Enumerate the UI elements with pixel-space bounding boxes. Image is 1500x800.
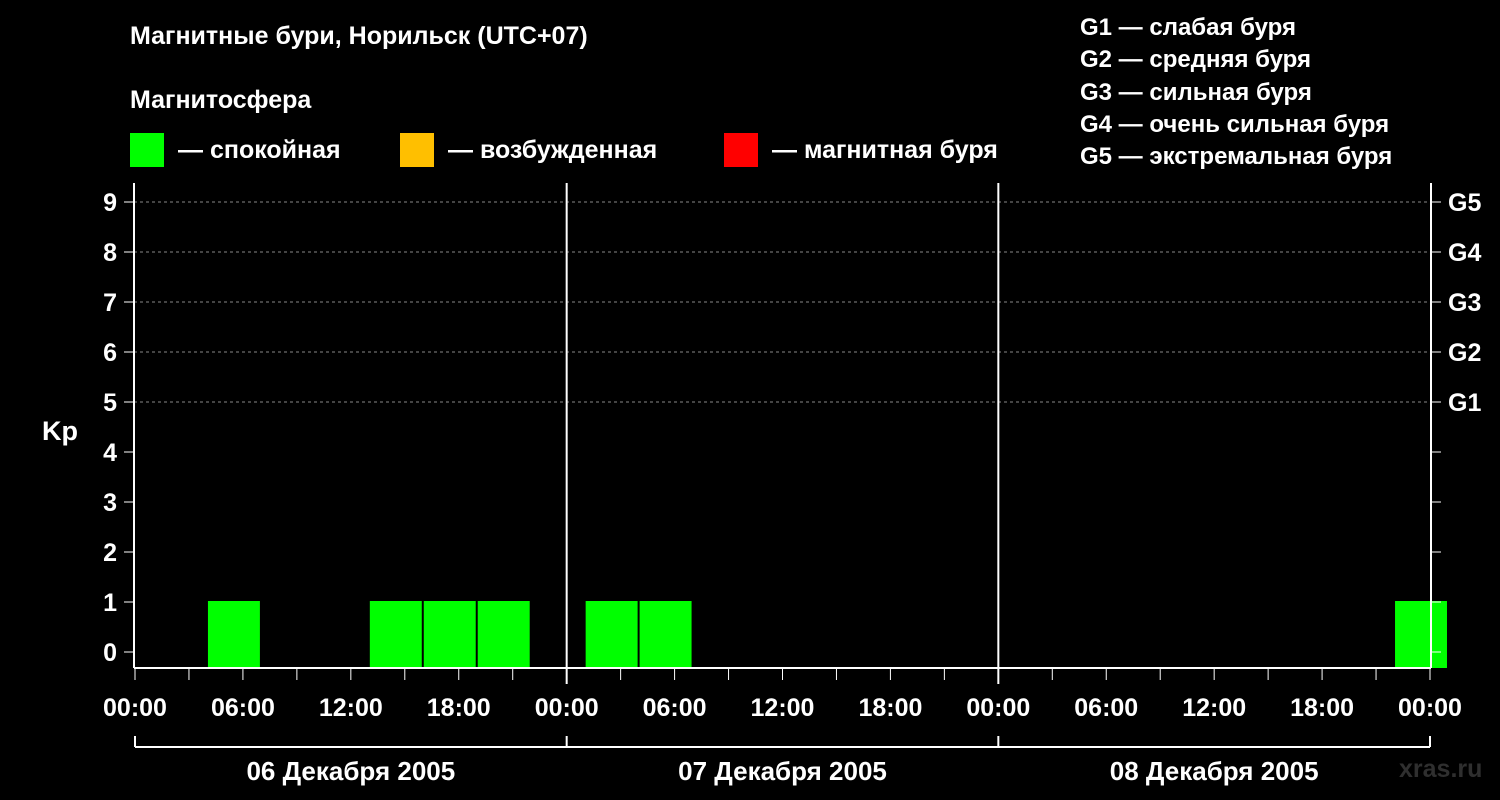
y-tick-label-8: 8 xyxy=(103,239,117,267)
y-tick-label-0: 0 xyxy=(103,639,117,667)
kp-bar-3 xyxy=(477,601,530,668)
watermark: xras.ru xyxy=(1399,755,1483,783)
x-tick-label-10: 12:00 xyxy=(1182,694,1246,722)
kp-chart: 0 1 2 3 4 5 6 7 8 9 G1 G2 G3 G4 G5 Kp 00:00 06:00 12:00 18:… xyxy=(42,183,1481,786)
x-tick-label-3: 18:00 xyxy=(427,694,491,722)
y-tick-label-5: 5 xyxy=(103,389,117,417)
y-tick-label-7: 7 xyxy=(103,289,117,317)
x-tick-label-4: 00:00 xyxy=(535,694,599,722)
x-tick-label-2: 12:00 xyxy=(319,694,383,722)
x-tick-label-6: 12:00 xyxy=(751,694,815,722)
y-tick-label-9: 9 xyxy=(103,189,117,217)
y-axis-label: Kp xyxy=(42,416,78,446)
kp-bar-6 xyxy=(1395,601,1447,668)
y-tick-label-4: 4 xyxy=(103,439,117,467)
x-tick-label-12: 00:00 xyxy=(1398,694,1462,722)
y-tick-label-6: 6 xyxy=(103,339,117,367)
x-tick-label-1: 06:00 xyxy=(211,694,275,722)
g-label-g1: G1 xyxy=(1448,389,1481,417)
x-tick-label-9: 06:00 xyxy=(1074,694,1138,722)
x-tick-label-5: 06:00 xyxy=(643,694,707,722)
kp-bar-1 xyxy=(369,601,422,668)
g-label-g2: G2 xyxy=(1448,339,1481,367)
kp-bar-5 xyxy=(639,601,692,668)
x-tick-label-8: 00:00 xyxy=(966,694,1030,722)
y-tick-label-3: 3 xyxy=(103,489,117,517)
y-tick-label-2: 2 xyxy=(103,539,117,567)
x-tick-label-11: 18:00 xyxy=(1290,694,1354,722)
kp-bar-0 xyxy=(207,601,260,668)
kp-bar-2 xyxy=(423,601,476,668)
g-label-g4: G4 xyxy=(1448,239,1481,267)
kp-bar-4 xyxy=(585,601,638,668)
x-tick-label-0: 00:00 xyxy=(103,694,167,722)
day-label-0: 06 Декабря 2005 xyxy=(246,756,455,786)
day-label-1: 07 Декабря 2005 xyxy=(678,756,887,786)
y-tick-label-1: 1 xyxy=(103,589,117,617)
g-label-g5: G5 xyxy=(1448,189,1481,217)
g-label-g3: G3 xyxy=(1448,289,1481,317)
day-label-2: 08 Декабря 2005 xyxy=(1110,756,1319,786)
x-tick-label-7: 18:00 xyxy=(858,694,922,722)
